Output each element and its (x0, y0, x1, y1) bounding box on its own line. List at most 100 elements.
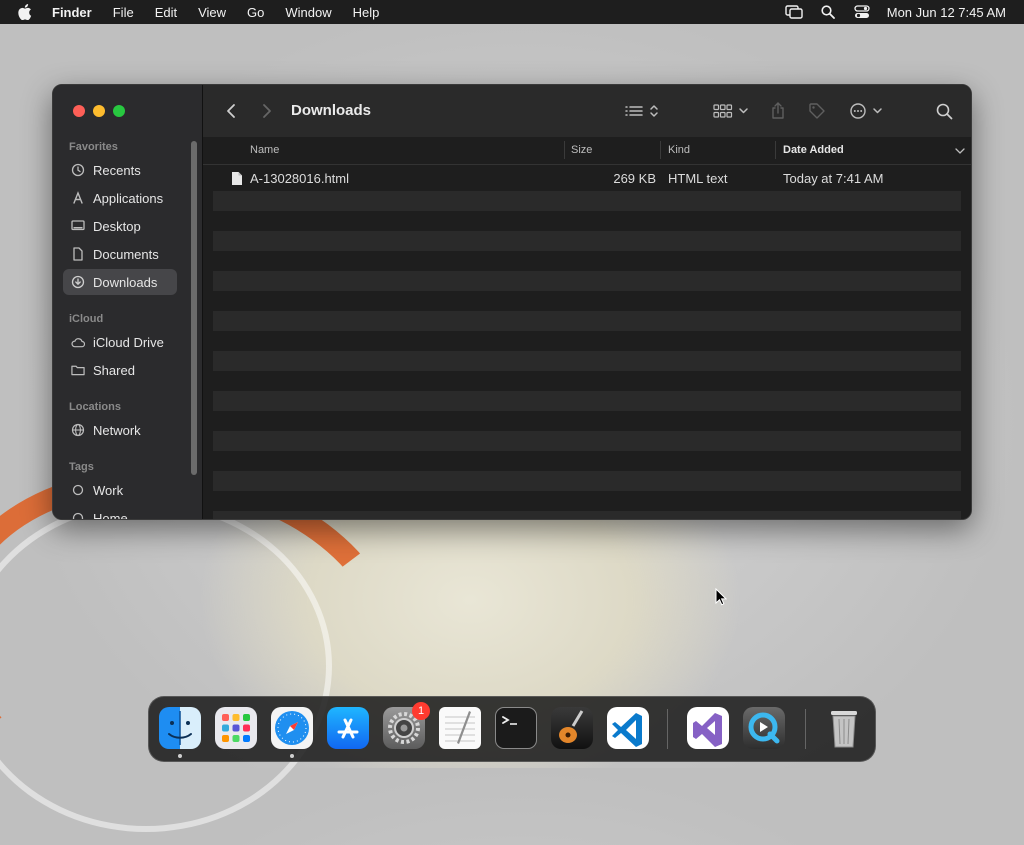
column-divider[interactable] (660, 141, 661, 159)
dock-trash-icon[interactable] (823, 705, 865, 751)
html-file-icon (231, 171, 243, 189)
sidebar-item-label: Recents (93, 162, 141, 178)
tag-circle-icon (71, 511, 85, 519)
file-kind: HTML text (668, 170, 728, 186)
sidebar-item-tag-home[interactable]: Home (63, 505, 177, 520)
sidebar-section-favorites: Favorites (69, 141, 118, 153)
dock-finder-icon[interactable] (159, 707, 201, 749)
mouse-cursor-icon (715, 587, 728, 611)
globe-icon (71, 423, 85, 437)
tag-circle-icon (71, 483, 85, 497)
menu-view[interactable]: View (198, 5, 226, 20)
dock-vscode-icon[interactable] (607, 707, 649, 749)
sidebar-item-label: Desktop (93, 218, 141, 234)
menu-file[interactable]: File (113, 5, 134, 20)
sidebar-item-downloads[interactable]: Downloads (63, 269, 177, 295)
sidebar-item-documents[interactable]: Documents (63, 241, 177, 267)
sidebar-section-icloud: iCloud (69, 313, 104, 325)
column-date-added[interactable]: Date Added (783, 144, 844, 156)
menu-bar: Finder File Edit View Go Window Help Mon… (0, 0, 1024, 24)
sidebar-item-applications[interactable]: Applications (63, 185, 177, 211)
column-kind[interactable]: Kind (668, 144, 690, 156)
sidebar-item-label: Applications (93, 190, 164, 206)
applications-icon (71, 191, 85, 205)
table-row[interactable]: A-13028016.html 269 KB HTML text Today a… (213, 165, 961, 191)
screen-mirroring-icon[interactable] (785, 4, 803, 20)
sidebar-item-label: Network (93, 422, 141, 438)
dock: 1 (148, 696, 876, 762)
list-row-empty (213, 271, 961, 291)
list-row-empty (213, 231, 961, 251)
column-header: Name Size Kind Date Added (203, 137, 971, 165)
list-row-empty (213, 511, 961, 519)
dock-quicktime-icon[interactable] (743, 707, 785, 749)
sidebar-item-desktop[interactable]: Desktop (63, 213, 177, 239)
menu-help[interactable]: Help (353, 5, 380, 20)
sidebar-item-tag-work[interactable]: Work (63, 477, 177, 503)
shared-folder-icon (71, 363, 85, 377)
sidebar-item-icloud-drive[interactable]: iCloud Drive (63, 329, 177, 355)
sort-chevron-icon[interactable] (955, 146, 965, 158)
column-divider[interactable] (775, 141, 776, 159)
file-date-added: Today at 7:41 AM (783, 170, 884, 186)
sidebar-section-locations: Locations (69, 401, 121, 413)
tag-icon[interactable] (807, 101, 827, 121)
list-row-empty (213, 311, 961, 331)
dock-visual-studio-icon[interactable] (687, 707, 729, 749)
download-icon (71, 275, 85, 289)
column-divider[interactable] (564, 141, 565, 159)
back-button[interactable] (223, 101, 239, 121)
column-name[interactable]: Name (250, 144, 279, 156)
dock-divider (667, 709, 668, 749)
dock-safari-icon[interactable] (271, 707, 313, 749)
close-window-button[interactable] (73, 105, 85, 117)
dock-launchpad-icon[interactable] (215, 707, 257, 749)
file-name: A-13028016.html (250, 170, 350, 186)
window-controls (73, 105, 133, 117)
list-row-empty (213, 391, 961, 411)
more-actions-button[interactable] (849, 101, 887, 121)
share-icon[interactable] (769, 101, 787, 121)
window-title: Downloads (291, 102, 372, 119)
sidebar-item-label: Downloads (93, 274, 158, 290)
minimize-window-button[interactable] (93, 105, 105, 117)
sidebar-scrollbar[interactable] (191, 141, 197, 475)
forward-button[interactable] (259, 101, 275, 121)
dock-garageband-icon[interactable] (551, 707, 593, 749)
dock-textedit-icon[interactable] (439, 707, 481, 749)
sidebar-item-shared[interactable]: Shared (63, 357, 177, 383)
view-options-button[interactable] (623, 101, 663, 121)
finder-content: Downloads Name Size Kind Date Added A-13… (203, 85, 971, 519)
file-size: 269 KB (613, 170, 656, 186)
finder-window: Favorites Recents Applications Desktop D… (52, 84, 972, 520)
file-list: A-13028016.html 269 KB HTML text Today a… (213, 165, 961, 519)
sidebar-item-label: Work (93, 482, 124, 498)
finder-toolbar: Downloads (203, 85, 971, 138)
clock-icon (71, 163, 85, 177)
menu-bar-clock[interactable]: Mon Jun 12 7:45 AM (887, 5, 1006, 20)
zoom-window-button[interactable] (113, 105, 125, 117)
dock-terminal-icon[interactable] (495, 707, 537, 749)
list-row-empty (213, 431, 961, 451)
list-row-empty (213, 351, 961, 371)
spotlight-search-icon[interactable] (819, 4, 837, 20)
column-size[interactable]: Size (571, 144, 592, 156)
menu-app-name[interactable]: Finder (52, 5, 92, 20)
sidebar-item-label: Home (93, 510, 128, 520)
list-row-empty (213, 471, 961, 491)
finder-sidebar: Favorites Recents Applications Desktop D… (53, 85, 203, 519)
search-icon[interactable] (935, 101, 953, 121)
sidebar-item-recents[interactable]: Recents (63, 157, 177, 183)
sidebar-item-network[interactable]: Network (63, 417, 177, 443)
dock-app-store-icon[interactable] (327, 707, 369, 749)
menu-edit[interactable]: Edit (155, 5, 177, 20)
menu-go[interactable]: Go (247, 5, 264, 20)
apple-menu-icon[interactable] (18, 4, 34, 20)
dock-divider (805, 709, 806, 749)
dock-running-indicator (178, 754, 182, 758)
group-by-button[interactable] (713, 101, 751, 121)
document-icon (71, 247, 85, 261)
desktop-icon (71, 219, 85, 233)
menu-window[interactable]: Window (285, 5, 331, 20)
control-center-icon[interactable] (853, 4, 871, 20)
